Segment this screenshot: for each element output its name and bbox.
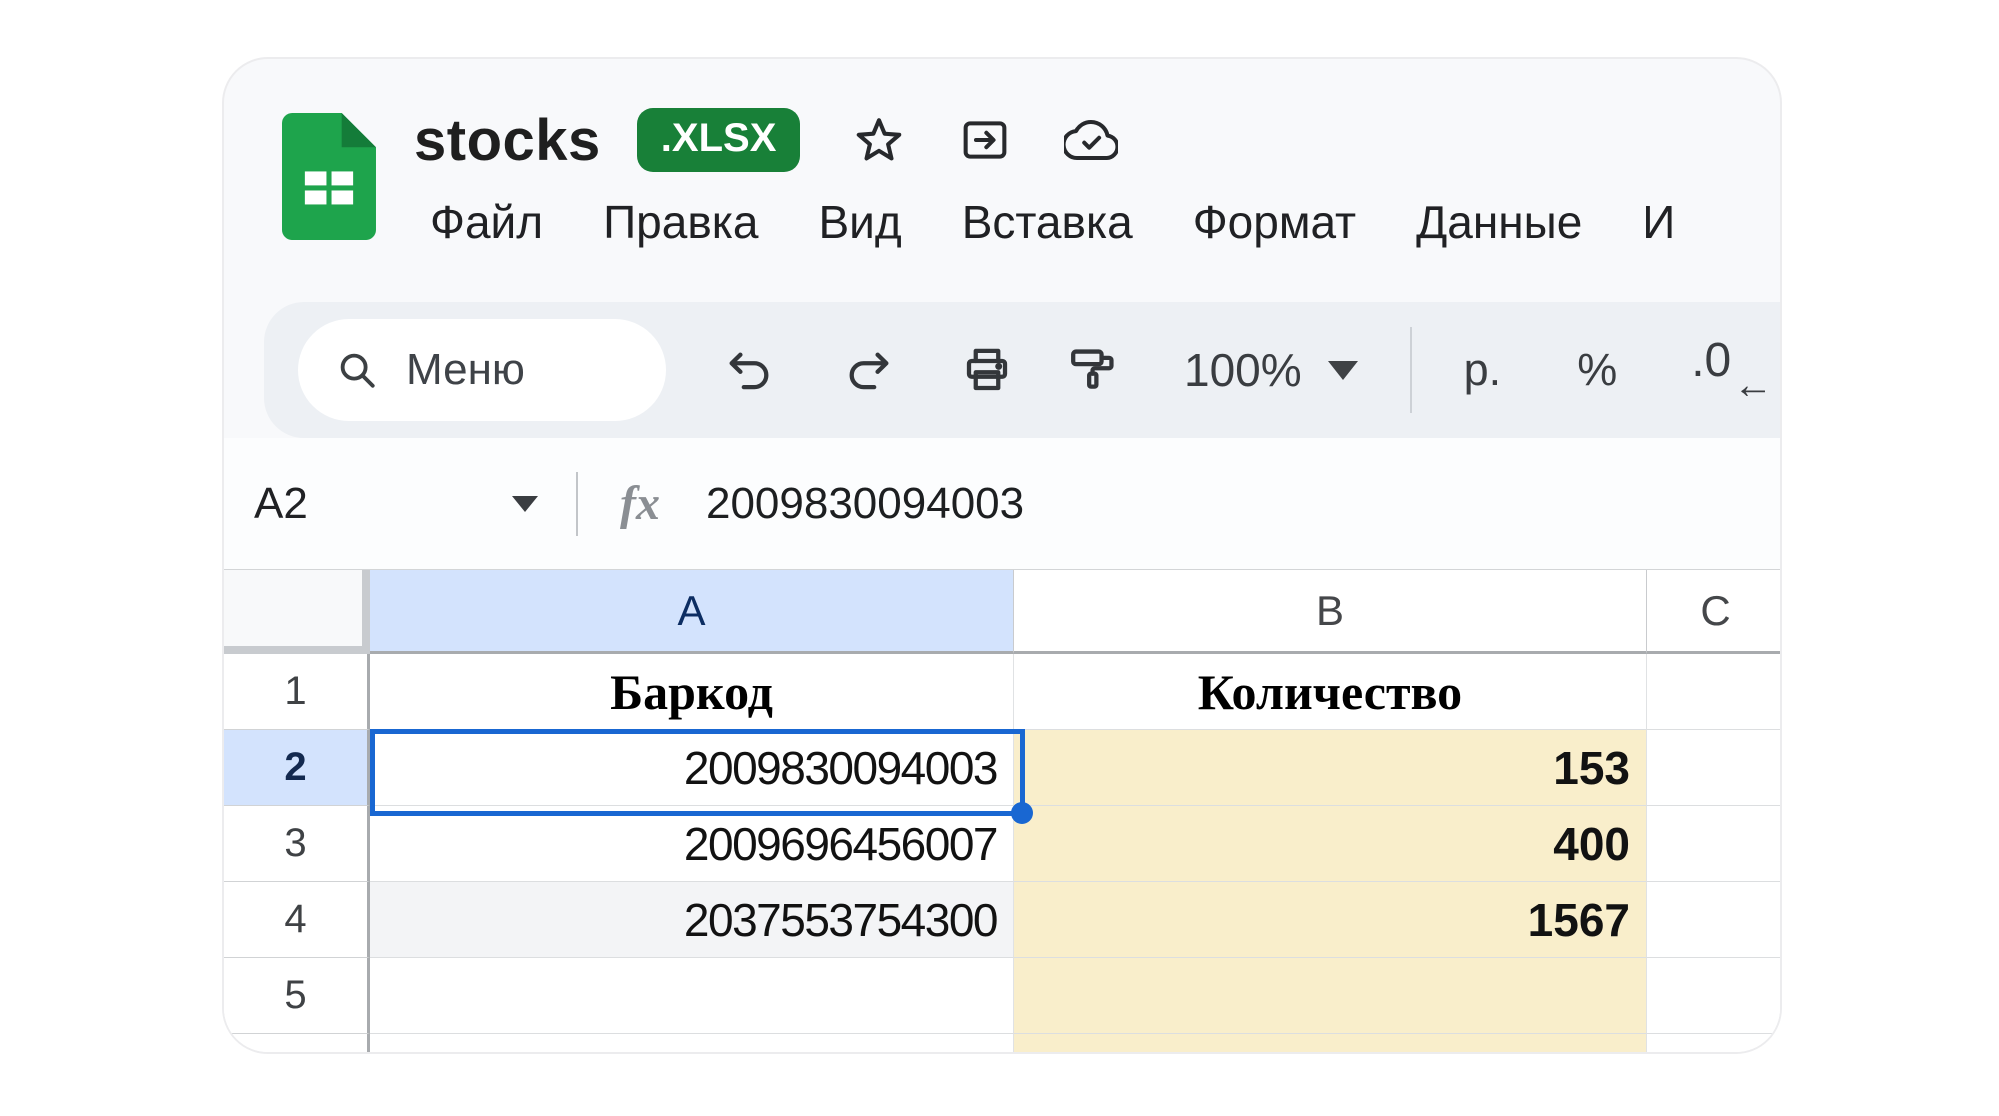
zoom-value: 100%	[1184, 343, 1302, 397]
row-header-6[interactable]: 6	[224, 1034, 370, 1054]
cell-C5[interactable]	[1647, 958, 1782, 1034]
fx-icon: fx	[620, 476, 660, 531]
name-box[interactable]: A2	[254, 479, 504, 529]
sheet-grid: A B C 1 Баркод Количество 2 200983009400…	[224, 569, 1782, 1054]
toolbar-divider	[1410, 327, 1412, 413]
move-to-folder-icon[interactable]	[958, 113, 1012, 167]
print-icon[interactable]	[960, 343, 1014, 397]
redo-icon[interactable]	[840, 343, 894, 397]
cell-A1[interactable]: Баркод	[370, 654, 1014, 730]
column-header-b[interactable]: B	[1014, 570, 1647, 654]
row-header-2[interactable]: 2	[224, 730, 370, 806]
cell-B5[interactable]	[1014, 958, 1647, 1034]
cell-C2[interactable]	[1647, 730, 1782, 806]
undo-icon[interactable]	[724, 343, 778, 397]
menu-file[interactable]: Файл	[430, 195, 543, 249]
decrease-decimal-label: .0	[1691, 333, 1731, 388]
formula-bar: A2 fx 2009830094003	[224, 438, 1780, 569]
cell-B6[interactable]	[1014, 1034, 1647, 1054]
cell-B3[interactable]: 400	[1014, 806, 1647, 882]
menu-view[interactable]: Вид	[818, 195, 901, 249]
left-arrow-icon: ←	[1733, 363, 1773, 408]
cell-B1[interactable]: Количество	[1014, 654, 1647, 730]
document-title[interactable]: stocks	[414, 107, 601, 174]
row-header-3[interactable]: 3	[224, 806, 370, 882]
zoom-control[interactable]: 100%	[1184, 343, 1358, 397]
xlsx-badge: .XLSX	[637, 108, 801, 172]
menu-format[interactable]: Формат	[1193, 195, 1356, 249]
select-all-corner[interactable]	[224, 570, 370, 654]
currency-format-button[interactable]: р.	[1464, 344, 1502, 396]
cell-A3[interactable]: 2009696456007	[370, 806, 1014, 882]
chevron-down-icon	[1328, 361, 1358, 380]
column-header-a[interactable]: A	[370, 570, 1014, 654]
cell-B2[interactable]: 153	[1014, 730, 1647, 806]
toolbar: Меню 100% р. % .0 ←	[264, 302, 1780, 438]
menu-data[interactable]: Данные	[1416, 195, 1582, 249]
row-header-1[interactable]: 1	[224, 654, 370, 730]
row-header-5[interactable]: 5	[224, 958, 370, 1034]
cell-C4[interactable]	[1647, 882, 1782, 958]
sheets-logo-icon	[282, 113, 376, 245]
search-label: Меню	[406, 345, 525, 395]
menu-bar: Файл Правка Вид Вставка Формат Данные И	[430, 195, 1675, 249]
menu-search-button[interactable]: Меню	[298, 319, 666, 421]
cell-A2-selected[interactable]: 2009830094003	[370, 730, 1014, 806]
paint-format-icon[interactable]	[1066, 343, 1120, 397]
cell-C3[interactable]	[1647, 806, 1782, 882]
menu-insert[interactable]: Вставка	[962, 195, 1133, 249]
cell-B4[interactable]: 1567	[1014, 882, 1647, 958]
cell-A6[interactable]	[370, 1034, 1014, 1054]
search-icon	[334, 347, 380, 393]
cell-C6[interactable]	[1647, 1034, 1782, 1054]
title-row: stocks .XLSX	[414, 95, 1118, 185]
cloud-saved-icon[interactable]	[1064, 113, 1118, 167]
formula-input[interactable]: 2009830094003	[706, 479, 1024, 529]
spreadsheet-window: stocks .XLSX Файл Правка Вид Вставка Фор…	[222, 57, 1782, 1054]
menu-edit[interactable]: Правка	[603, 195, 758, 249]
star-icon[interactable]	[852, 113, 906, 167]
formula-bar-divider	[576, 472, 578, 536]
column-header-c[interactable]: C	[1647, 570, 1782, 654]
cell-A5[interactable]	[370, 958, 1014, 1034]
name-box-dropdown-icon[interactable]	[512, 496, 538, 512]
decrease-decimal-button[interactable]: .0 ←	[1691, 333, 1773, 408]
cell-A4[interactable]: 2037553754300	[370, 882, 1014, 958]
row-header-4[interactable]: 4	[224, 882, 370, 958]
percent-format-button[interactable]: %	[1577, 344, 1617, 396]
menu-tools-truncated[interactable]: И	[1642, 195, 1675, 249]
cell-C1[interactable]	[1647, 654, 1782, 730]
